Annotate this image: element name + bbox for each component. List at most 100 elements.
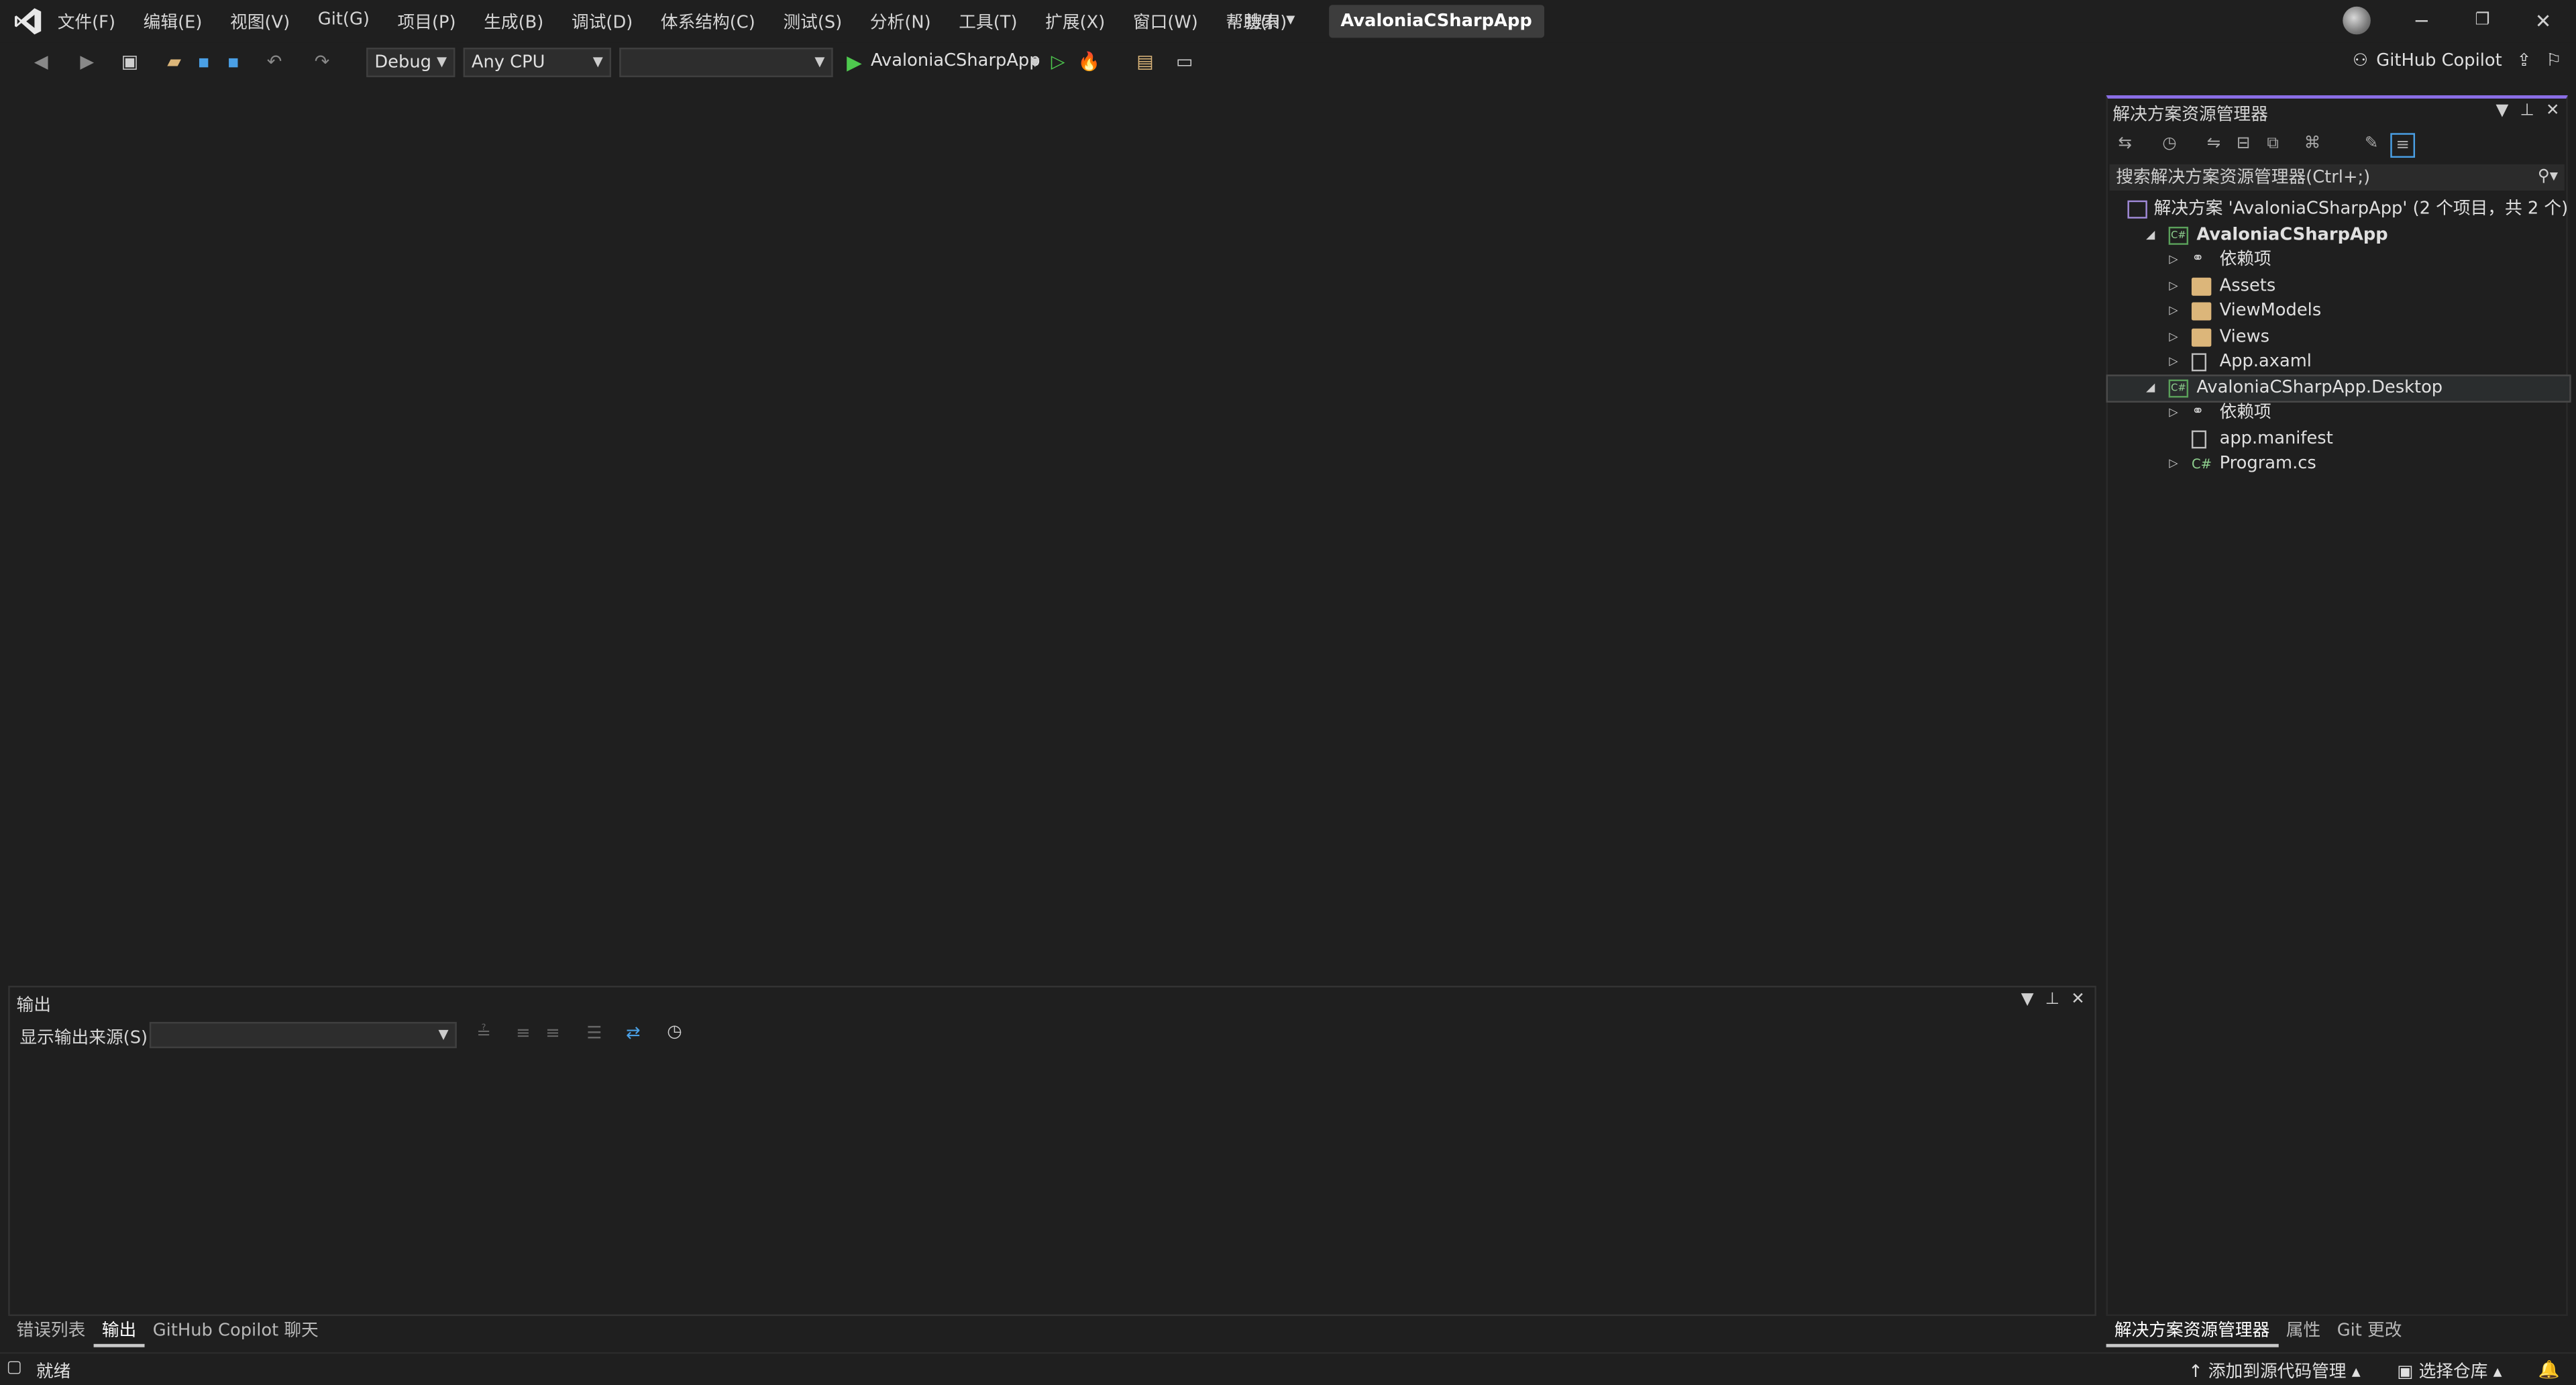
- menu-item[interactable]: 扩展(X): [1045, 10, 1105, 35]
- collapsed-arrow-icon[interactable]: ▷: [2167, 299, 2180, 325]
- solution-explorer-toolbar: ⇆ ◷ ⇋ ⊟ ⧉ ⌘ ✎ ≡: [2108, 128, 2569, 161]
- folder-icon: [2191, 327, 2212, 346]
- editor-area[interactable]: [0, 85, 2100, 980]
- chevron-down-icon[interactable]: ▼: [2021, 990, 2034, 1009]
- pin-icon[interactable]: ⊥: [2520, 102, 2534, 120]
- collapsed-arrow-icon[interactable]: ▷: [2167, 274, 2180, 299]
- pending-changes-filter-icon[interactable]: ◷: [2159, 133, 2180, 154]
- save-all-icon[interactable]: ▪: [222, 51, 245, 74]
- output-source-select[interactable]: ▼: [149, 1021, 457, 1049]
- menu-item[interactable]: 视图(V): [230, 10, 290, 35]
- word-wrap-icon[interactable]: ⇄: [626, 1023, 641, 1043]
- close-icon[interactable]: ✕: [2527, 8, 2560, 34]
- tree-item[interactable]: ▷ C# Program.cs: [2108, 452, 2569, 477]
- window-layout-icon[interactable]: ▭: [1173, 51, 1196, 74]
- close-icon[interactable]: ✕: [2071, 990, 2085, 1009]
- find-message-icon[interactable]: ≟: [476, 1023, 491, 1043]
- tree-item[interactable]: ▷ ⚭ 依赖项: [2108, 248, 2569, 274]
- solution-explorer-tab[interactable]: 属性: [2278, 1318, 2329, 1347]
- minimize-icon[interactable]: ─: [2405, 8, 2438, 34]
- go-to-previous-icon[interactable]: ≡: [516, 1023, 531, 1043]
- navigate-back-icon[interactable]: ◀: [30, 51, 52, 74]
- chevron-down-icon[interactable]: ▼: [1024, 51, 1046, 74]
- tree-item[interactable]: 解决方案 'AvaloniaCSharpApp' (2 个项目，共 2 个): [2108, 197, 2569, 223]
- menu-item[interactable]: Git(G): [318, 10, 370, 35]
- solution-explorer-tab[interactable]: 解决方案资源管理器: [2106, 1318, 2278, 1347]
- tree-item[interactable]: ▷ App.axaml: [2108, 350, 2569, 376]
- navigate-forward-icon[interactable]: ▶: [76, 51, 99, 74]
- menu-item[interactable]: 生成(B): [484, 10, 543, 35]
- bottom-tab[interactable]: 错误列表: [8, 1318, 93, 1347]
- main-menu: 文件(F) 编辑(E) 视图(V) Git(G) 项目(P) 生成(B) 调试(D) 体系结构…: [58, 10, 1315, 35]
- select-repository-button[interactable]: ▣ 选择仓库 ▴: [2397, 1359, 2502, 1384]
- chevron-down-icon[interactable]: ▼: [2496, 102, 2508, 120]
- tree-item[interactable]: app.manifest: [2108, 426, 2569, 452]
- solution-folder-icon[interactable]: ▤: [1134, 51, 1157, 74]
- expanded-arrow-icon[interactable]: ◢: [2144, 375, 2157, 401]
- configuration-select[interactable]: Debug ▼: [366, 48, 455, 78]
- status-text: 就绪: [36, 1362, 71, 1382]
- pin-icon[interactable]: ⊥: [2045, 990, 2059, 1009]
- tree-item[interactable]: ▷ Views: [2108, 325, 2569, 350]
- tree-item[interactable]: ▷ ViewModels: [2108, 299, 2569, 325]
- new-project-icon[interactable]: ▣: [118, 51, 141, 74]
- csharp-project-icon: C#: [2168, 225, 2189, 244]
- menu-item[interactable]: 编辑(E): [144, 10, 203, 35]
- github-copilot-button[interactable]: ⚇ GitHub Copilot ⇪ ⚐: [2353, 51, 2561, 70]
- collapse-all-icon[interactable]: ⊟: [2233, 133, 2254, 154]
- add-to-source-control-button[interactable]: ↑ 添加到源代码管理 ▴: [2188, 1359, 2361, 1384]
- sync-with-document-icon[interactable]: ⇋: [2203, 133, 2224, 154]
- clear-all-icon[interactable]: ☰: [586, 1023, 602, 1043]
- collapsed-arrow-icon[interactable]: ▷: [2167, 350, 2180, 376]
- redo-icon[interactable]: ↷: [311, 51, 333, 74]
- tree-item[interactable]: ▷ ⚭ 依赖项: [2108, 401, 2569, 426]
- tree-item[interactable]: ◢ C# AvaloniaCSharpApp.Desktop: [2106, 374, 2571, 403]
- show-all-files-icon[interactable]: ⧉: [2262, 133, 2284, 154]
- properties-icon[interactable]: ✎: [2361, 133, 2382, 154]
- search-button[interactable]: ⌕ 搜索 ▼: [1229, 10, 1295, 35]
- close-icon[interactable]: ✕: [2546, 102, 2560, 120]
- preview-items-icon[interactable]: ≡: [2390, 133, 2416, 158]
- solution-explorer-search[interactable]: 搜索解决方案资源管理器(Ctrl+;) ⚲▾: [2109, 164, 2565, 191]
- go-to-next-icon[interactable]: ≡: [545, 1023, 560, 1043]
- menu-item[interactable]: 文件(F): [58, 10, 115, 35]
- chevron-down-icon: ▼: [592, 54, 603, 69]
- tree-item[interactable]: ▷ Assets: [2108, 274, 2569, 299]
- tree-item-label: Views: [2219, 326, 2270, 346]
- switch-views-icon[interactable]: ⇆: [2114, 133, 2136, 154]
- output-source-label: 显示输出来源(S):: [19, 1028, 154, 1049]
- menu-item[interactable]: 窗口(W): [1133, 10, 1198, 35]
- xaml-file-icon: [2191, 353, 2207, 372]
- start-without-debugging-icon[interactable]: ▷: [1046, 51, 1069, 74]
- save-icon[interactable]: ▪: [193, 51, 215, 74]
- menu-item[interactable]: 项目(P): [398, 10, 456, 35]
- undo-icon[interactable]: ↶: [263, 51, 286, 74]
- menu-item[interactable]: 工具(T): [959, 10, 1017, 35]
- expanded-arrow-icon[interactable]: ◢: [2144, 223, 2157, 248]
- avatar[interactable]: [2343, 6, 2371, 35]
- notifications-bell-icon[interactable]: 🔔: [2538, 1359, 2560, 1380]
- open-folder-icon[interactable]: ▰: [162, 51, 185, 74]
- start-button-label[interactable]: AvaloniaCSharpApp: [871, 51, 1040, 70]
- hot-reload-icon[interactable]: 🔥: [1078, 51, 1101, 74]
- search-label: 搜索: [1245, 13, 1280, 33]
- bottom-tab[interactable]: 输出: [93, 1318, 145, 1347]
- collapsed-arrow-icon[interactable]: ▷: [2167, 452, 2180, 477]
- tree-item-label: App.axaml: [2219, 351, 2312, 372]
- platform-select[interactable]: Any CPU ▼: [463, 48, 612, 78]
- solution-explorer-tab[interactable]: Git 更改: [2328, 1318, 2410, 1347]
- startup-item-select[interactable]: ▼: [619, 48, 833, 78]
- menu-item[interactable]: 分析(N): [870, 10, 931, 35]
- preview-selected-icon[interactable]: ⌘: [2302, 133, 2323, 154]
- clock-icon[interactable]: ◷: [667, 1022, 682, 1041]
- menu-item[interactable]: 调试(D): [572, 10, 633, 35]
- tree-item[interactable]: ◢ C# AvaloniaCSharpApp: [2108, 223, 2569, 248]
- collapsed-arrow-icon[interactable]: ▷: [2167, 248, 2180, 274]
- start-debugging-icon[interactable]: ▶: [843, 51, 865, 74]
- menu-item[interactable]: 测试(S): [783, 10, 842, 35]
- menu-item[interactable]: 体系结构(C): [661, 10, 755, 35]
- collapsed-arrow-icon[interactable]: ▷: [2167, 401, 2180, 426]
- collapsed-arrow-icon[interactable]: ▷: [2167, 325, 2180, 350]
- bottom-tab[interactable]: GitHub Copilot 聊天: [145, 1318, 327, 1347]
- restore-icon[interactable]: ❐: [2466, 8, 2499, 34]
